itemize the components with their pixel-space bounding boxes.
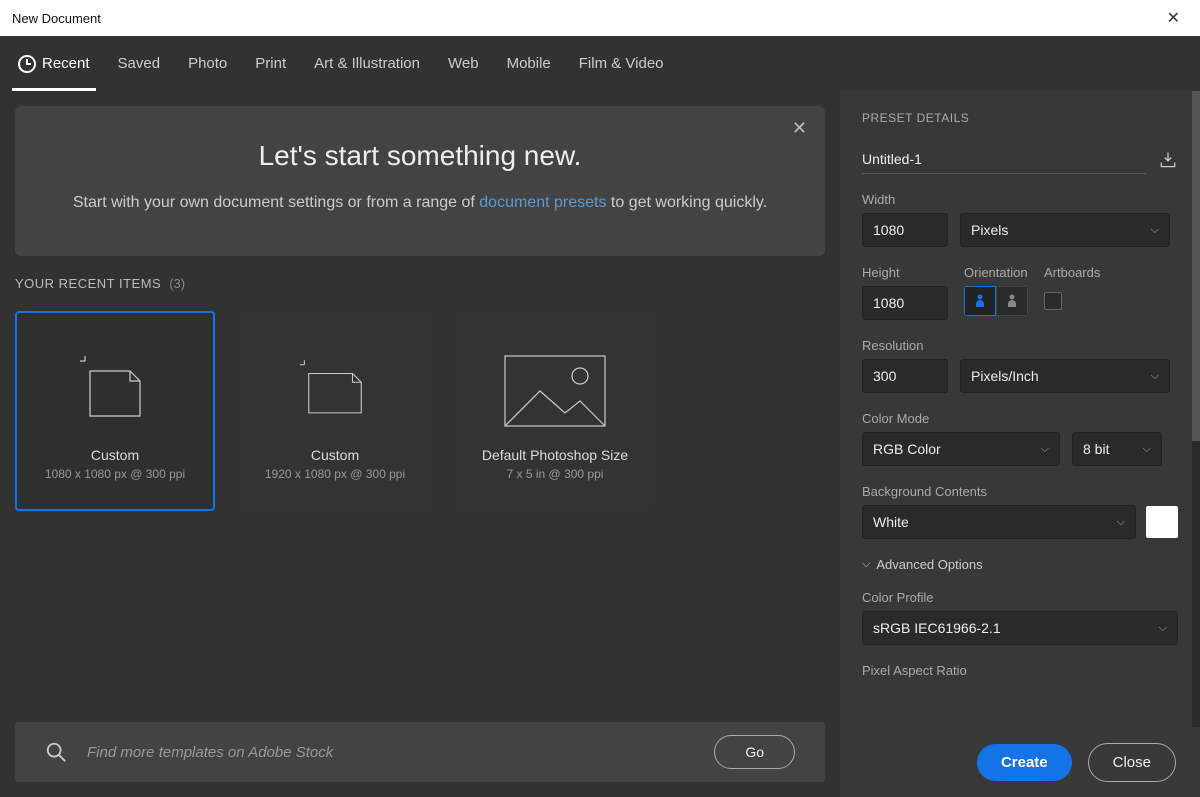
card-name: Custom	[91, 447, 139, 463]
recent-item-card[interactable]: Custom 1920 x 1080 px @ 300 ppi	[235, 311, 435, 511]
background-select[interactable]: White ⌵	[862, 505, 1136, 539]
window-title: New Document	[12, 11, 101, 26]
resolution-units-select[interactable]: Pixels/Inch ⌵	[960, 359, 1170, 393]
hero-panel: ✕ Let's start something new. Start with …	[15, 106, 825, 256]
preset-name-input[interactable]	[862, 145, 1146, 174]
color-mode-label: Color Mode	[862, 411, 1178, 426]
artboards-label: Artboards	[1044, 265, 1100, 280]
pixel-aspect-ratio-label: Pixel Aspect Ratio	[862, 663, 1178, 678]
height-label: Height	[862, 265, 948, 280]
color-profile-value: sRGB IEC61966-2.1	[873, 620, 1001, 636]
card-spec: 1080 x 1080 px @ 300 ppi	[45, 467, 185, 481]
background-label: Background Contents	[862, 484, 1178, 499]
close-button[interactable]: Close	[1088, 743, 1176, 782]
tab-strip: Recent Saved Photo Print Art & Illustrat…	[0, 36, 1200, 91]
create-button[interactable]: Create	[977, 744, 1072, 781]
search-bar: Go	[15, 722, 825, 782]
units-select[interactable]: Pixels ⌵	[960, 213, 1170, 247]
preset-details-title: PRESET DETAILS	[862, 111, 1178, 125]
preview-icon	[500, 341, 610, 441]
scrollbar[interactable]	[1192, 91, 1200, 727]
card-name: Default Photoshop Size	[482, 447, 628, 463]
go-button[interactable]: Go	[714, 735, 795, 769]
advanced-options-toggle[interactable]: ⌵ Advanced Options	[862, 557, 1178, 572]
chevron-down-icon: ⌵	[1159, 622, 1167, 635]
card-spec: 7 x 5 in @ 300 ppi	[507, 467, 604, 481]
tab-mobile[interactable]: Mobile	[507, 36, 551, 91]
tab-art[interactable]: Art & Illustration	[314, 36, 420, 91]
background-color-swatch[interactable]	[1146, 506, 1178, 538]
tab-print[interactable]: Print	[255, 36, 286, 91]
recent-items-label: YOUR RECENT ITEMS	[15, 276, 161, 291]
recent-item-card[interactable]: Default Photoshop Size 7 x 5 in @ 300 pp…	[455, 311, 655, 511]
orientation-landscape-button[interactable]	[996, 286, 1028, 316]
clock-icon	[18, 55, 36, 73]
tab-saved[interactable]: Saved	[118, 36, 161, 91]
chevron-down-icon: ⌵	[1041, 443, 1049, 456]
preview-icon	[80, 341, 150, 441]
height-input[interactable]	[862, 286, 948, 320]
color-mode-select[interactable]: RGB Color ⌵	[862, 432, 1060, 466]
recent-items-heading: YOUR RECENT ITEMS (3)	[15, 276, 825, 291]
tab-recent-label: Recent	[42, 55, 90, 72]
artboards-checkbox[interactable]	[1044, 292, 1062, 310]
color-profile-label: Color Profile	[862, 590, 1178, 605]
color-mode-value: RGB Color	[873, 441, 941, 457]
orientation-label: Orientation	[964, 265, 1028, 280]
document-presets-link[interactable]: document presets	[479, 194, 606, 211]
tab-web[interactable]: Web	[448, 36, 479, 91]
recent-items-count: (3)	[169, 276, 185, 291]
units-value: Pixels	[971, 222, 1008, 238]
close-icon[interactable]: ✕	[1159, 4, 1188, 32]
orientation-portrait-button[interactable]	[964, 286, 996, 316]
width-input[interactable]	[862, 213, 948, 247]
card-spec: 1920 x 1080 px @ 300 ppi	[265, 467, 405, 481]
hero-subtitle: Start with your own document settings or…	[65, 190, 775, 216]
save-preset-icon[interactable]	[1158, 150, 1178, 170]
search-input[interactable]	[87, 744, 694, 761]
resolution-input[interactable]	[862, 359, 948, 393]
width-label: Width	[862, 192, 1178, 207]
bit-depth-select[interactable]: 8 bit ⌵	[1072, 432, 1162, 466]
chevron-down-icon: ⌵	[1151, 224, 1159, 237]
card-name: Custom	[311, 447, 359, 463]
chevron-down-icon: ⌵	[1117, 516, 1125, 529]
hero-sub-after: to get working quickly.	[606, 194, 767, 211]
hero-sub-before: Start with your own document settings or…	[73, 194, 479, 211]
tab-recent[interactable]: Recent	[18, 36, 90, 91]
hero-close-icon[interactable]: ✕	[784, 114, 815, 143]
chevron-down-icon: ⌵	[1151, 370, 1159, 383]
advanced-options-label: Advanced Options	[876, 557, 982, 572]
chevron-down-icon: ⌵	[862, 558, 870, 571]
search-icon	[45, 741, 67, 763]
resolution-label: Resolution	[862, 338, 1178, 353]
color-profile-select[interactable]: sRGB IEC61966-2.1 ⌵	[862, 611, 1178, 645]
hero-title: Let's start something new.	[65, 140, 775, 172]
bit-depth-value: 8 bit	[1083, 441, 1109, 457]
recent-item-card[interactable]: Custom 1080 x 1080 px @ 300 ppi	[15, 311, 215, 511]
preview-icon	[300, 341, 370, 441]
tab-film[interactable]: Film & Video	[579, 36, 664, 91]
chevron-down-icon: ⌵	[1143, 443, 1151, 456]
resolution-units-value: Pixels/Inch	[971, 368, 1039, 384]
background-value: White	[873, 514, 909, 530]
tab-photo[interactable]: Photo	[188, 36, 227, 91]
